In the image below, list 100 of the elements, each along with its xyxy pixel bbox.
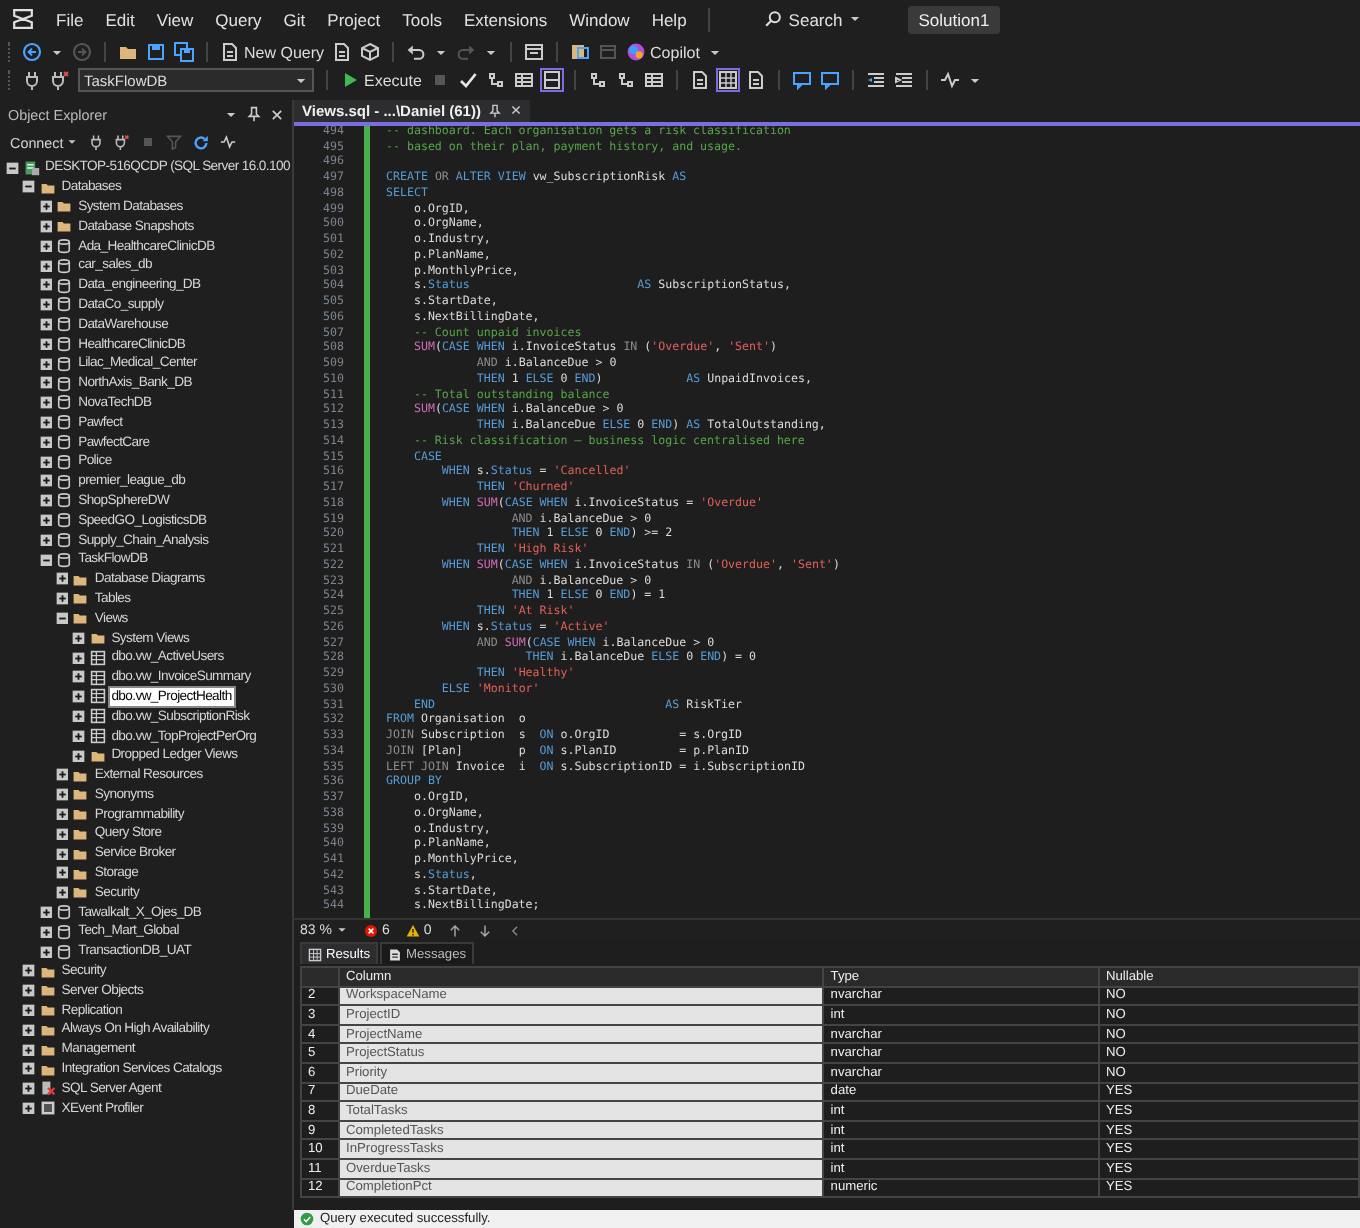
expand-toggle[interactable]	[55, 592, 69, 606]
save-all-icon[interactable]	[174, 42, 194, 62]
plug-icon[interactable]	[50, 70, 70, 90]
menu-item[interactable]: Tools	[402, 9, 442, 29]
window-icon[interactable]	[524, 42, 545, 62]
expand-toggle[interactable]	[55, 866, 69, 880]
expand-toggle[interactable]	[55, 572, 69, 586]
check-icon[interactable]	[457, 70, 478, 90]
caret-icon[interactable]	[434, 45, 449, 59]
execute-button[interactable]: Execute	[340, 70, 422, 90]
close-icon[interactable]	[510, 104, 523, 117]
new-query-button[interactable]: New Query	[220, 42, 325, 62]
menu-item[interactable]: Git	[283, 9, 306, 29]
activity-icon[interactable]	[219, 134, 236, 150]
expand-toggle[interactable]	[55, 788, 69, 802]
menu-item[interactable]: Project	[327, 9, 381, 29]
expand-toggle[interactable]	[39, 553, 53, 567]
expand-toggle[interactable]	[39, 435, 53, 449]
menu-item[interactable]: Query	[215, 9, 262, 29]
expand-toggle[interactable]	[39, 396, 53, 410]
expand-toggle[interactable]	[22, 984, 36, 998]
caret-icon[interactable]	[50, 45, 64, 59]
tree-icon[interactable]	[615, 70, 636, 90]
back-icon[interactable]	[22, 42, 42, 62]
plug-icon[interactable]	[87, 134, 104, 150]
expand-toggle[interactable]	[55, 611, 69, 625]
menu-item[interactable]: Help	[651, 9, 687, 29]
expand-toggle[interactable]	[39, 945, 53, 959]
expand-toggle[interactable]	[55, 847, 69, 861]
expand-toggle[interactable]	[22, 1023, 36, 1037]
expand-toggle[interactable]	[39, 376, 53, 390]
caret-icon[interactable]	[224, 107, 238, 121]
document-icon[interactable]	[332, 42, 353, 62]
expand-toggle[interactable]	[39, 357, 53, 371]
folder-icon[interactable]	[118, 42, 138, 62]
caret-icon[interactable]	[484, 45, 499, 59]
expand-toggle[interactable]	[72, 670, 86, 684]
activity-icon[interactable]	[939, 70, 960, 90]
expand-toggle[interactable]	[39, 337, 53, 351]
tree-icon[interactable]	[587, 70, 608, 90]
expand-toggle[interactable]	[39, 220, 53, 234]
expand-toggle[interactable]	[72, 690, 86, 704]
menu-item[interactable]: Extensions	[463, 9, 548, 29]
expand-toggle[interactable]	[39, 533, 53, 547]
refresh-icon[interactable]	[191, 133, 210, 151]
expand-toggle[interactable]	[55, 768, 69, 782]
up-arrow-icon[interactable]	[447, 923, 462, 937]
expand-toggle[interactable]	[72, 651, 86, 665]
document-icon[interactable]	[689, 70, 710, 90]
expand-toggle[interactable]	[22, 964, 36, 978]
expand-toggle[interactable]	[22, 1101, 36, 1115]
expand-toggle[interactable]	[39, 416, 53, 429]
caret-icon[interactable]	[967, 73, 982, 87]
plug-icon[interactable]	[22, 70, 42, 90]
menu-item[interactable]: File	[56, 9, 84, 29]
comment-icon[interactable]	[791, 70, 812, 90]
expand-toggle[interactable]	[72, 729, 86, 743]
down-arrow-icon[interactable]	[477, 923, 492, 937]
expand-toggle[interactable]	[39, 200, 53, 214]
expand-toggle[interactable]	[39, 455, 53, 469]
pin-icon[interactable]	[488, 103, 503, 118]
expand-toggle[interactable]	[39, 513, 53, 527]
search-button[interactable]: Search	[760, 7, 867, 31]
expand-toggle[interactable]	[72, 749, 86, 763]
expand-toggle[interactable]	[39, 259, 53, 273]
plug-icon[interactable]	[113, 134, 130, 150]
book-icon[interactable]	[570, 42, 591, 62]
expand-toggle[interactable]	[72, 709, 86, 723]
menu-item[interactable]: View	[156, 9, 194, 29]
menu-item[interactable]: Window	[569, 9, 630, 29]
expand-toggle[interactable]	[39, 925, 53, 939]
expand-toggle[interactable]	[55, 886, 69, 900]
expand-toggle[interactable]	[6, 161, 19, 175]
indent-icon[interactable]	[893, 70, 914, 90]
document-icon[interactable]	[745, 70, 766, 90]
expand-toggle[interactable]	[22, 1003, 36, 1017]
expand-toggle[interactable]	[22, 1082, 36, 1096]
expand-toggle[interactable]	[22, 180, 36, 194]
outdent-icon[interactable]	[865, 70, 886, 90]
expand-toggle[interactable]	[22, 1062, 36, 1076]
panel-icon[interactable]	[541, 70, 562, 90]
expand-toggle[interactable]	[39, 474, 53, 488]
caret-icon[interactable]	[707, 45, 722, 59]
expand-toggle[interactable]	[39, 318, 53, 332]
expand-toggle[interactable]	[55, 827, 69, 841]
expand-toggle[interactable]	[39, 278, 53, 292]
close-icon[interactable]	[270, 107, 284, 121]
undo-icon[interactable]	[406, 42, 427, 62]
menu-item[interactable]: Edit	[105, 9, 135, 29]
comment-icon[interactable]	[819, 70, 840, 90]
pin-icon[interactable]	[246, 106, 262, 122]
expand-toggle[interactable]	[39, 239, 53, 253]
save-icon[interactable]	[146, 42, 166, 62]
expand-toggle[interactable]	[39, 905, 53, 919]
expand-toggle[interactable]	[39, 298, 53, 312]
copilot-button[interactable]: Copilot	[626, 42, 700, 62]
expand-toggle[interactable]	[22, 1043, 36, 1056]
cube-icon[interactable]	[360, 42, 381, 62]
grid-icon[interactable]	[717, 70, 738, 90]
expand-toggle[interactable]	[39, 494, 53, 508]
